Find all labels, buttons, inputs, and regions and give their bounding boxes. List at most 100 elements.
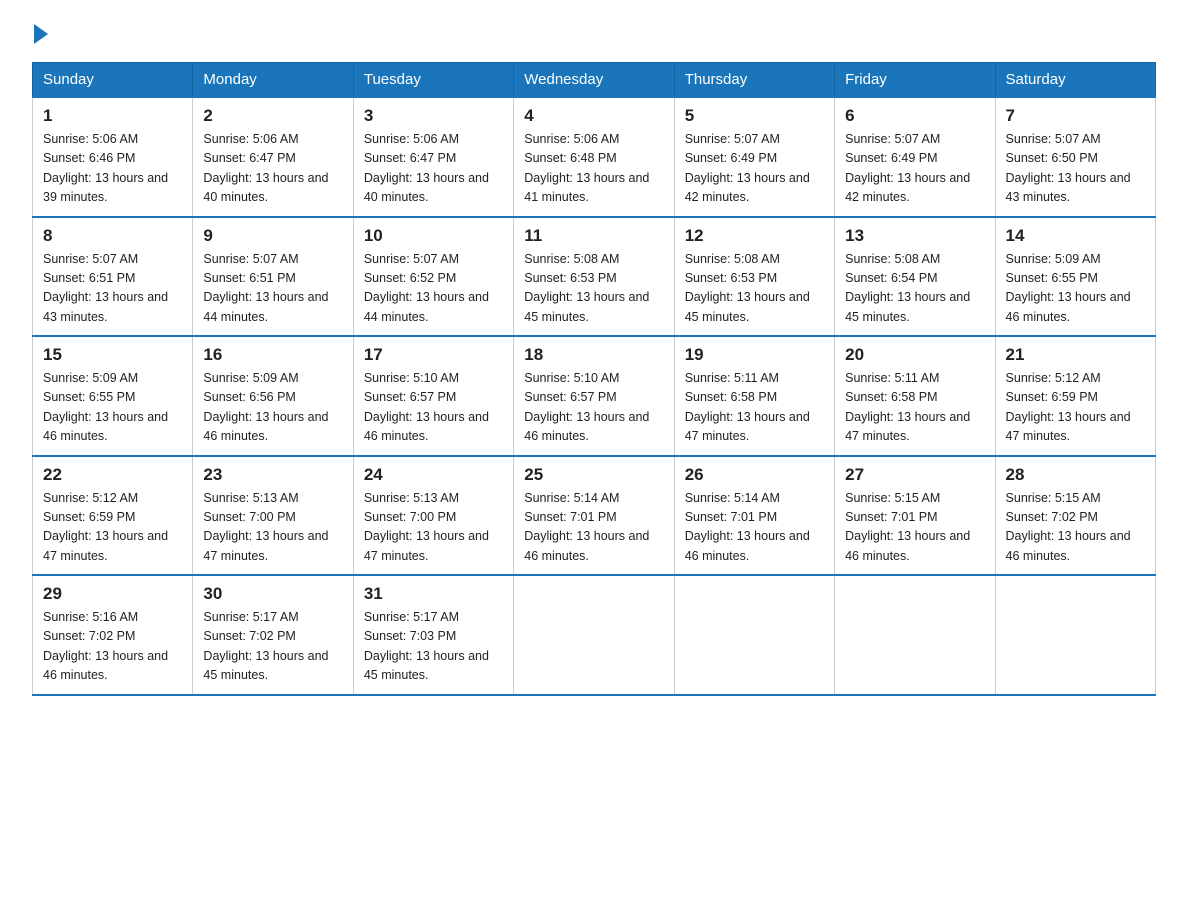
calendar-cell: 18 Sunrise: 5:10 AM Sunset: 6:57 PM Dayl… xyxy=(514,336,674,456)
day-info: Sunrise: 5:06 AM Sunset: 6:48 PM Dayligh… xyxy=(524,130,663,208)
day-number: 17 xyxy=(364,345,503,365)
calendar-cell: 7 Sunrise: 5:07 AM Sunset: 6:50 PM Dayli… xyxy=(995,97,1155,217)
calendar-cell xyxy=(995,575,1155,695)
day-number: 23 xyxy=(203,465,342,485)
day-info: Sunrise: 5:17 AM Sunset: 7:02 PM Dayligh… xyxy=(203,608,342,686)
calendar-cell: 14 Sunrise: 5:09 AM Sunset: 6:55 PM Dayl… xyxy=(995,217,1155,337)
day-number: 8 xyxy=(43,226,182,246)
calendar-cell: 8 Sunrise: 5:07 AM Sunset: 6:51 PM Dayli… xyxy=(33,217,193,337)
day-number: 13 xyxy=(845,226,984,246)
day-info: Sunrise: 5:06 AM Sunset: 6:47 PM Dayligh… xyxy=(203,130,342,208)
day-info: Sunrise: 5:08 AM Sunset: 6:53 PM Dayligh… xyxy=(524,250,663,328)
calendar-cell: 2 Sunrise: 5:06 AM Sunset: 6:47 PM Dayli… xyxy=(193,97,353,217)
calendar-week-row: 1 Sunrise: 5:06 AM Sunset: 6:46 PM Dayli… xyxy=(33,97,1156,217)
day-number: 2 xyxy=(203,106,342,126)
calendar-cell: 22 Sunrise: 5:12 AM Sunset: 6:59 PM Dayl… xyxy=(33,456,193,576)
col-header-wednesday: Wednesday xyxy=(514,63,674,98)
day-number: 1 xyxy=(43,106,182,126)
day-number: 16 xyxy=(203,345,342,365)
day-info: Sunrise: 5:12 AM Sunset: 6:59 PM Dayligh… xyxy=(1006,369,1145,447)
calendar-cell: 23 Sunrise: 5:13 AM Sunset: 7:00 PM Dayl… xyxy=(193,456,353,576)
calendar-cell: 28 Sunrise: 5:15 AM Sunset: 7:02 PM Dayl… xyxy=(995,456,1155,576)
day-number: 28 xyxy=(1006,465,1145,485)
calendar-cell: 9 Sunrise: 5:07 AM Sunset: 6:51 PM Dayli… xyxy=(193,217,353,337)
day-number: 11 xyxy=(524,226,663,246)
calendar-cell: 13 Sunrise: 5:08 AM Sunset: 6:54 PM Dayl… xyxy=(835,217,995,337)
calendar-cell: 6 Sunrise: 5:07 AM Sunset: 6:49 PM Dayli… xyxy=(835,97,995,217)
calendar-cell: 1 Sunrise: 5:06 AM Sunset: 6:46 PM Dayli… xyxy=(33,97,193,217)
day-number: 15 xyxy=(43,345,182,365)
day-info: Sunrise: 5:07 AM Sunset: 6:51 PM Dayligh… xyxy=(43,250,182,328)
calendar-cell xyxy=(514,575,674,695)
day-number: 27 xyxy=(845,465,984,485)
day-info: Sunrise: 5:10 AM Sunset: 6:57 PM Dayligh… xyxy=(524,369,663,447)
calendar-cell xyxy=(674,575,834,695)
day-number: 9 xyxy=(203,226,342,246)
day-number: 25 xyxy=(524,465,663,485)
col-header-saturday: Saturday xyxy=(995,63,1155,98)
day-info: Sunrise: 5:06 AM Sunset: 6:46 PM Dayligh… xyxy=(43,130,182,208)
day-info: Sunrise: 5:14 AM Sunset: 7:01 PM Dayligh… xyxy=(524,489,663,567)
day-info: Sunrise: 5:09 AM Sunset: 6:55 PM Dayligh… xyxy=(1006,250,1145,328)
calendar-cell: 26 Sunrise: 5:14 AM Sunset: 7:01 PM Dayl… xyxy=(674,456,834,576)
day-info: Sunrise: 5:15 AM Sunset: 7:01 PM Dayligh… xyxy=(845,489,984,567)
calendar-week-row: 15 Sunrise: 5:09 AM Sunset: 6:55 PM Dayl… xyxy=(33,336,1156,456)
day-number: 18 xyxy=(524,345,663,365)
col-header-thursday: Thursday xyxy=(674,63,834,98)
logo-area xyxy=(32,24,50,44)
day-info: Sunrise: 5:07 AM Sunset: 6:51 PM Dayligh… xyxy=(203,250,342,328)
day-info: Sunrise: 5:08 AM Sunset: 6:54 PM Dayligh… xyxy=(845,250,984,328)
day-number: 31 xyxy=(364,584,503,604)
day-info: Sunrise: 5:13 AM Sunset: 7:00 PM Dayligh… xyxy=(364,489,503,567)
col-header-monday: Monday xyxy=(193,63,353,98)
day-number: 6 xyxy=(845,106,984,126)
day-info: Sunrise: 5:14 AM Sunset: 7:01 PM Dayligh… xyxy=(685,489,824,567)
calendar-table: SundayMondayTuesdayWednesdayThursdayFrid… xyxy=(32,62,1156,696)
calendar-week-row: 22 Sunrise: 5:12 AM Sunset: 6:59 PM Dayl… xyxy=(33,456,1156,576)
day-number: 24 xyxy=(364,465,503,485)
calendar-week-row: 8 Sunrise: 5:07 AM Sunset: 6:51 PM Dayli… xyxy=(33,217,1156,337)
day-number: 3 xyxy=(364,106,503,126)
day-info: Sunrise: 5:07 AM Sunset: 6:52 PM Dayligh… xyxy=(364,250,503,328)
day-info: Sunrise: 5:13 AM Sunset: 7:00 PM Dayligh… xyxy=(203,489,342,567)
calendar-cell: 20 Sunrise: 5:11 AM Sunset: 6:58 PM Dayl… xyxy=(835,336,995,456)
calendar-cell: 10 Sunrise: 5:07 AM Sunset: 6:52 PM Dayl… xyxy=(353,217,513,337)
day-number: 21 xyxy=(1006,345,1145,365)
calendar-cell: 21 Sunrise: 5:12 AM Sunset: 6:59 PM Dayl… xyxy=(995,336,1155,456)
day-number: 30 xyxy=(203,584,342,604)
calendar-cell: 16 Sunrise: 5:09 AM Sunset: 6:56 PM Dayl… xyxy=(193,336,353,456)
day-number: 7 xyxy=(1006,106,1145,126)
calendar-cell: 31 Sunrise: 5:17 AM Sunset: 7:03 PM Dayl… xyxy=(353,575,513,695)
calendar-cell: 11 Sunrise: 5:08 AM Sunset: 6:53 PM Dayl… xyxy=(514,217,674,337)
day-number: 4 xyxy=(524,106,663,126)
day-number: 14 xyxy=(1006,226,1145,246)
day-info: Sunrise: 5:07 AM Sunset: 6:49 PM Dayligh… xyxy=(845,130,984,208)
day-info: Sunrise: 5:10 AM Sunset: 6:57 PM Dayligh… xyxy=(364,369,503,447)
day-info: Sunrise: 5:08 AM Sunset: 6:53 PM Dayligh… xyxy=(685,250,824,328)
day-info: Sunrise: 5:11 AM Sunset: 6:58 PM Dayligh… xyxy=(685,369,824,447)
day-number: 5 xyxy=(685,106,824,126)
calendar-cell: 24 Sunrise: 5:13 AM Sunset: 7:00 PM Dayl… xyxy=(353,456,513,576)
day-number: 29 xyxy=(43,584,182,604)
col-header-tuesday: Tuesday xyxy=(353,63,513,98)
calendar-cell: 3 Sunrise: 5:06 AM Sunset: 6:47 PM Dayli… xyxy=(353,97,513,217)
logo-arrow-icon xyxy=(34,24,48,44)
calendar-cell: 4 Sunrise: 5:06 AM Sunset: 6:48 PM Dayli… xyxy=(514,97,674,217)
day-info: Sunrise: 5:12 AM Sunset: 6:59 PM Dayligh… xyxy=(43,489,182,567)
logo xyxy=(32,24,50,44)
calendar-cell: 30 Sunrise: 5:17 AM Sunset: 7:02 PM Dayl… xyxy=(193,575,353,695)
day-number: 19 xyxy=(685,345,824,365)
calendar-header-row: SundayMondayTuesdayWednesdayThursdayFrid… xyxy=(33,63,1156,98)
col-header-friday: Friday xyxy=(835,63,995,98)
day-number: 10 xyxy=(364,226,503,246)
page-header xyxy=(32,24,1156,44)
day-number: 22 xyxy=(43,465,182,485)
day-info: Sunrise: 5:11 AM Sunset: 6:58 PM Dayligh… xyxy=(845,369,984,447)
calendar-cell: 15 Sunrise: 5:09 AM Sunset: 6:55 PM Dayl… xyxy=(33,336,193,456)
calendar-cell: 19 Sunrise: 5:11 AM Sunset: 6:58 PM Dayl… xyxy=(674,336,834,456)
day-info: Sunrise: 5:07 AM Sunset: 6:50 PM Dayligh… xyxy=(1006,130,1145,208)
calendar-cell: 12 Sunrise: 5:08 AM Sunset: 6:53 PM Dayl… xyxy=(674,217,834,337)
day-info: Sunrise: 5:09 AM Sunset: 6:56 PM Dayligh… xyxy=(203,369,342,447)
day-info: Sunrise: 5:07 AM Sunset: 6:49 PM Dayligh… xyxy=(685,130,824,208)
day-info: Sunrise: 5:17 AM Sunset: 7:03 PM Dayligh… xyxy=(364,608,503,686)
